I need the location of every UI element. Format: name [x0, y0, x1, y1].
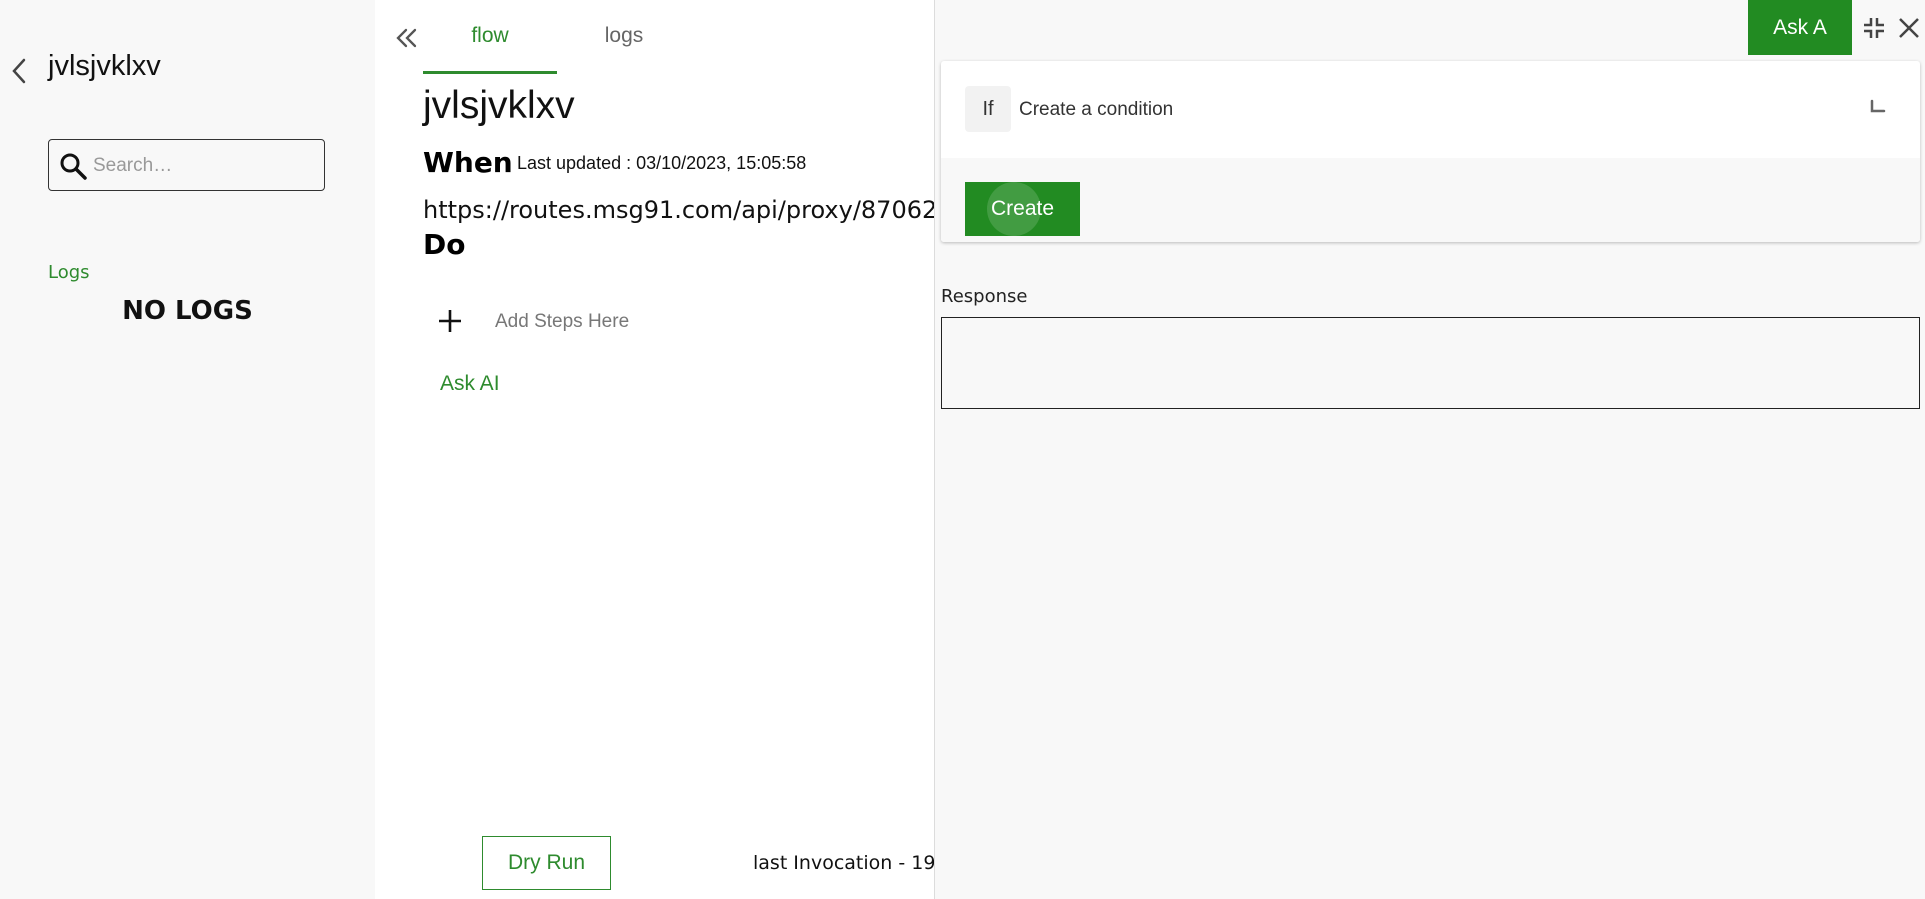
- add-steps-button[interactable]: Add Steps Here: [435, 302, 655, 342]
- minimize-button[interactable]: [1860, 14, 1888, 42]
- sidebar: jvlsjvklxv Logs NO LOGS: [0, 0, 375, 899]
- search-input[interactable]: [91, 150, 320, 182]
- create-button-label: Create: [990, 197, 1055, 220]
- create-button[interactable]: Create: [965, 182, 1080, 236]
- search-icon: [60, 153, 87, 180]
- back-button[interactable]: [8, 56, 30, 86]
- spinner-icon: [1870, 99, 1886, 113]
- if-badge: If: [965, 86, 1011, 132]
- search-box[interactable]: [48, 139, 325, 191]
- ask-ai-link[interactable]: Ask AI: [440, 372, 500, 396]
- last-updated-text: Last updated : 03/10/2023, 15:05:58: [517, 153, 807, 173]
- plus-icon: [439, 310, 461, 332]
- double-chevron-left-icon: [396, 28, 417, 48]
- tab-logs-label: logs: [604, 24, 644, 47]
- ai-panel: Ask A If Create Response: [935, 0, 1925, 899]
- condition-card-footer: [941, 158, 1920, 242]
- logs-section-label: Logs: [48, 262, 90, 283]
- webhook-url[interactable]: https://routes.msg91.com/api/proxy/87062…: [423, 196, 935, 224]
- close-button[interactable]: [1895, 14, 1923, 42]
- response-label: Response: [941, 286, 1028, 307]
- when-heading: When: [423, 146, 513, 179]
- condition-input[interactable]: [1017, 91, 1821, 129]
- flow-panel: flow logs jvlsjvklxv When Last updated :…: [375, 0, 935, 899]
- last-invocation-text: last Invocation - 196: [753, 852, 935, 874]
- collapse-sidebar-button[interactable]: [393, 24, 421, 52]
- active-tab-indicator: [423, 71, 557, 74]
- collapse-arrows-icon: [1864, 18, 1884, 38]
- tab-logs[interactable]: logs: [557, 0, 691, 74]
- flow-title: jvlsjvklxv: [423, 84, 575, 127]
- response-output[interactable]: [941, 317, 1920, 409]
- tab-flow-label: flow: [471, 24, 509, 47]
- ask-ai-button[interactable]: Ask A: [1748, 0, 1852, 55]
- condition-card: If Create: [941, 61, 1920, 242]
- empty-logs-message: NO LOGS: [122, 296, 253, 326]
- tab-flow[interactable]: flow: [423, 0, 557, 74]
- chevron-left-icon: [12, 58, 26, 84]
- add-steps-label: Add Steps Here: [495, 311, 630, 332]
- close-icon: [1899, 18, 1919, 38]
- flow-name: jvlsjvklxv: [48, 50, 161, 82]
- do-heading: Do: [423, 228, 466, 261]
- dry-run-button[interactable]: Dry Run: [482, 836, 611, 890]
